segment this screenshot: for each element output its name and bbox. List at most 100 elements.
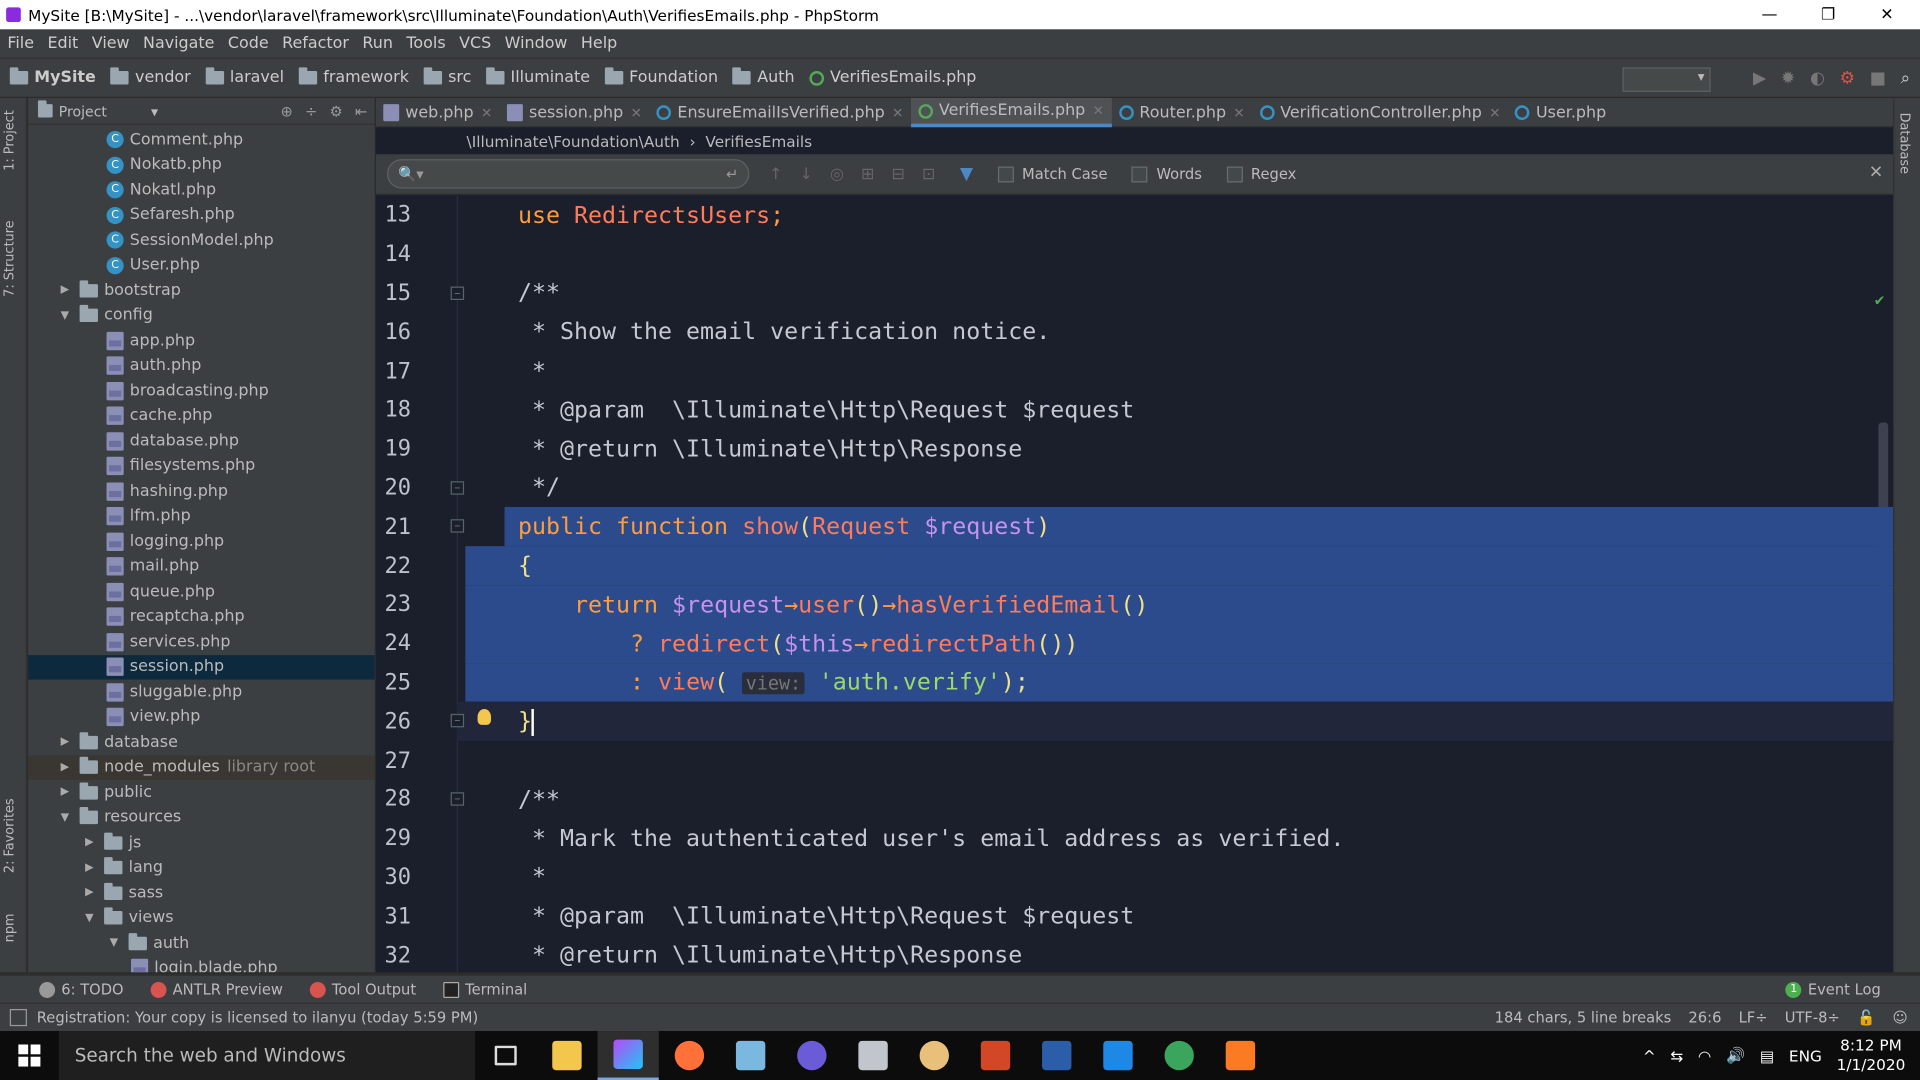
tab-session-php[interactable]: session.php ✕	[500, 98, 650, 127]
media-player-icon[interactable]	[781, 1031, 842, 1080]
tree-item[interactable]: ▶ node_modules library root	[28, 754, 375, 781]
tab-user-php[interactable]: User.php	[1508, 98, 1614, 127]
tree-item[interactable]: app.php	[28, 328, 375, 353]
tree-item[interactable]: filesystems.php	[28, 454, 375, 479]
remove-occurrence-icon[interactable]: ⊟	[892, 165, 905, 183]
coverage-icon[interactable]: ◐	[1810, 69, 1825, 89]
database-tool-tab[interactable]: Database	[1897, 113, 1912, 174]
menu-item-refactor[interactable]: Refactor	[282, 34, 349, 52]
tree-item[interactable]: lfm.php	[28, 504, 375, 529]
line-separator[interactable]: LF÷	[1739, 1009, 1768, 1026]
event-log-button[interactable]: 1 Event Log	[1785, 981, 1881, 998]
menu-item-edit[interactable]: Edit	[47, 34, 78, 52]
tree-item[interactable]: login.blade.php	[28, 956, 375, 973]
menu-item-file[interactable]: File	[7, 34, 34, 52]
app-window-icon[interactable]	[842, 1031, 903, 1080]
tree-item[interactable]: C Sefaresh.php	[28, 203, 375, 228]
fold-marker-icon[interactable]: −	[450, 519, 465, 534]
menu-item-code[interactable]: Code	[228, 34, 269, 52]
lock-icon[interactable]: 🔓	[1857, 1009, 1875, 1026]
tree-item[interactable]: cache.php	[28, 403, 375, 428]
tool-output-button[interactable]: Tool Output	[309, 981, 416, 998]
menu-item-view[interactable]: View	[92, 34, 130, 52]
close-tab-icon[interactable]: ✕	[892, 105, 903, 121]
tab-ensureemailisverified-php[interactable]: EnsureEmailIsVerified.php ✕	[649, 98, 911, 127]
breadcrumb-namespace[interactable]: \Illuminate\Foundation\Auth	[467, 132, 680, 150]
task-view-icon[interactable]	[475, 1031, 536, 1080]
tab-router-php[interactable]: Router.php ✕	[1111, 98, 1252, 127]
npm-tool-tab[interactable]: npm	[2, 913, 17, 942]
file-explorer-icon[interactable]	[536, 1031, 597, 1080]
tree-item[interactable]: services.php	[28, 629, 375, 654]
tree-item[interactable]: C Comment.php	[28, 127, 375, 152]
close-tab-icon[interactable]: ✕	[481, 105, 492, 121]
code-editor[interactable]: ✔ 13 use RedirectsUsers; 14 15/** −16 * Show…	[376, 195, 1894, 973]
tree-item[interactable]: mail.php	[28, 554, 375, 579]
collapse-icon[interactable]: ÷	[305, 102, 317, 119]
fold-marker-icon[interactable]: −	[450, 714, 465, 728]
nav-crumb-laravel[interactable]: laravel	[205, 67, 284, 87]
tree-item[interactable]: ▶ public	[28, 780, 375, 805]
caret-position[interactable]: 26:6	[1688, 1009, 1721, 1026]
restore-button[interactable]: ❐	[1800, 0, 1856, 29]
profile-icon[interactable]: ⚙	[1840, 69, 1855, 89]
close-tab-icon[interactable]: ✕	[1233, 105, 1244, 121]
project-view-dropdown[interactable]: ▾	[151, 102, 158, 119]
expand-arrow-icon[interactable]: ▶	[58, 736, 73, 748]
match-case-checkbox[interactable]: Match Case	[997, 165, 1108, 182]
tree-item[interactable]: ▶ bootstrap	[28, 278, 375, 303]
next-occurrence-icon[interactable]: ↓	[799, 165, 812, 183]
wifi-icon[interactable]: ◠	[1698, 1046, 1711, 1064]
nav-crumb-framework[interactable]: framework	[298, 67, 409, 87]
newline-icon[interactable]: ↵	[726, 165, 738, 182]
search-everywhere-icon[interactable]: ⌕	[1901, 69, 1911, 89]
fold-marker-icon[interactable]: −	[450, 286, 465, 300]
menu-item-tools[interactable]: Tools	[406, 34, 445, 52]
debug-icon[interactable]: ✹	[1781, 69, 1795, 89]
menu-item-navigate[interactable]: Navigate	[143, 34, 214, 52]
taskbar-search[interactable]: Search the web and Windows	[58, 1031, 476, 1080]
tree-item[interactable]: C User.php	[28, 253, 375, 278]
tree-item[interactable]: ▶ sass	[28, 880, 375, 905]
tree-item[interactable]: C Nokatl.php	[28, 178, 375, 203]
regex-checkbox[interactable]: Regex	[1226, 165, 1296, 182]
nav-crumb-auth[interactable]: Auth	[732, 67, 795, 87]
tree-item[interactable]: C SessionModel.php	[28, 228, 375, 253]
tree-item[interactable]: hashing.php	[28, 479, 375, 504]
checkbox-box[interactable]	[997, 165, 1014, 182]
expand-arrow-icon[interactable]: ▼	[58, 309, 73, 321]
menu-item-vcs[interactable]: VCS	[459, 34, 491, 52]
previous-occurrence-icon[interactable]: ↑	[769, 165, 782, 183]
tree-item[interactable]: queue.php	[28, 579, 375, 604]
project-tool-tab[interactable]: 1: Project	[2, 110, 17, 171]
close-tab-icon[interactable]: ✕	[1489, 105, 1500, 121]
nav-crumb-mysite[interactable]: MySite	[9, 67, 96, 87]
tree-item[interactable]: session.php	[28, 654, 375, 680]
fold-marker-icon[interactable]: −	[450, 480, 465, 495]
xampp-icon[interactable]	[1210, 1031, 1271, 1080]
notifications-icon[interactable]: ▤	[1760, 1046, 1774, 1064]
tree-item[interactable]: logging.php	[28, 529, 375, 554]
run-icon[interactable]: ▶	[1753, 69, 1766, 89]
menu-item-help[interactable]: Help	[581, 34, 617, 52]
menu-item-run[interactable]: Run	[362, 34, 393, 52]
tree-item[interactable]: ▶ lang	[28, 855, 375, 880]
tree-item[interactable]: auth.php	[28, 353, 375, 378]
project-panel-title[interactable]: Project	[59, 102, 107, 119]
visual-studio-icon[interactable]	[1026, 1031, 1087, 1080]
close-tab-icon[interactable]: ✕	[1093, 103, 1104, 119]
firefox-icon[interactable]	[659, 1031, 720, 1080]
expand-arrow-icon[interactable]: ▶	[58, 761, 73, 773]
tree-item[interactable]: ▶ database	[28, 730, 375, 755]
tree-item[interactable]: ▼ resources	[28, 805, 375, 830]
nav-crumb-src[interactable]: src	[423, 67, 471, 87]
breadcrumb-class[interactable]: VerifiesEmails	[705, 132, 812, 150]
tree-item[interactable]: ▶ js	[28, 830, 375, 855]
tab-web-php[interactable]: web.php ✕	[376, 98, 500, 127]
tree-item[interactable]: ▼ views	[28, 906, 375, 931]
tree-item[interactable]: sluggable.php	[28, 680, 375, 705]
file-encoding[interactable]: UTF-8÷	[1785, 1009, 1840, 1026]
settings-gear-icon[interactable]: ⚙	[330, 102, 343, 119]
close-tab-icon[interactable]: ✕	[631, 105, 642, 121]
nav-crumb-vendor[interactable]: vendor	[110, 67, 191, 87]
